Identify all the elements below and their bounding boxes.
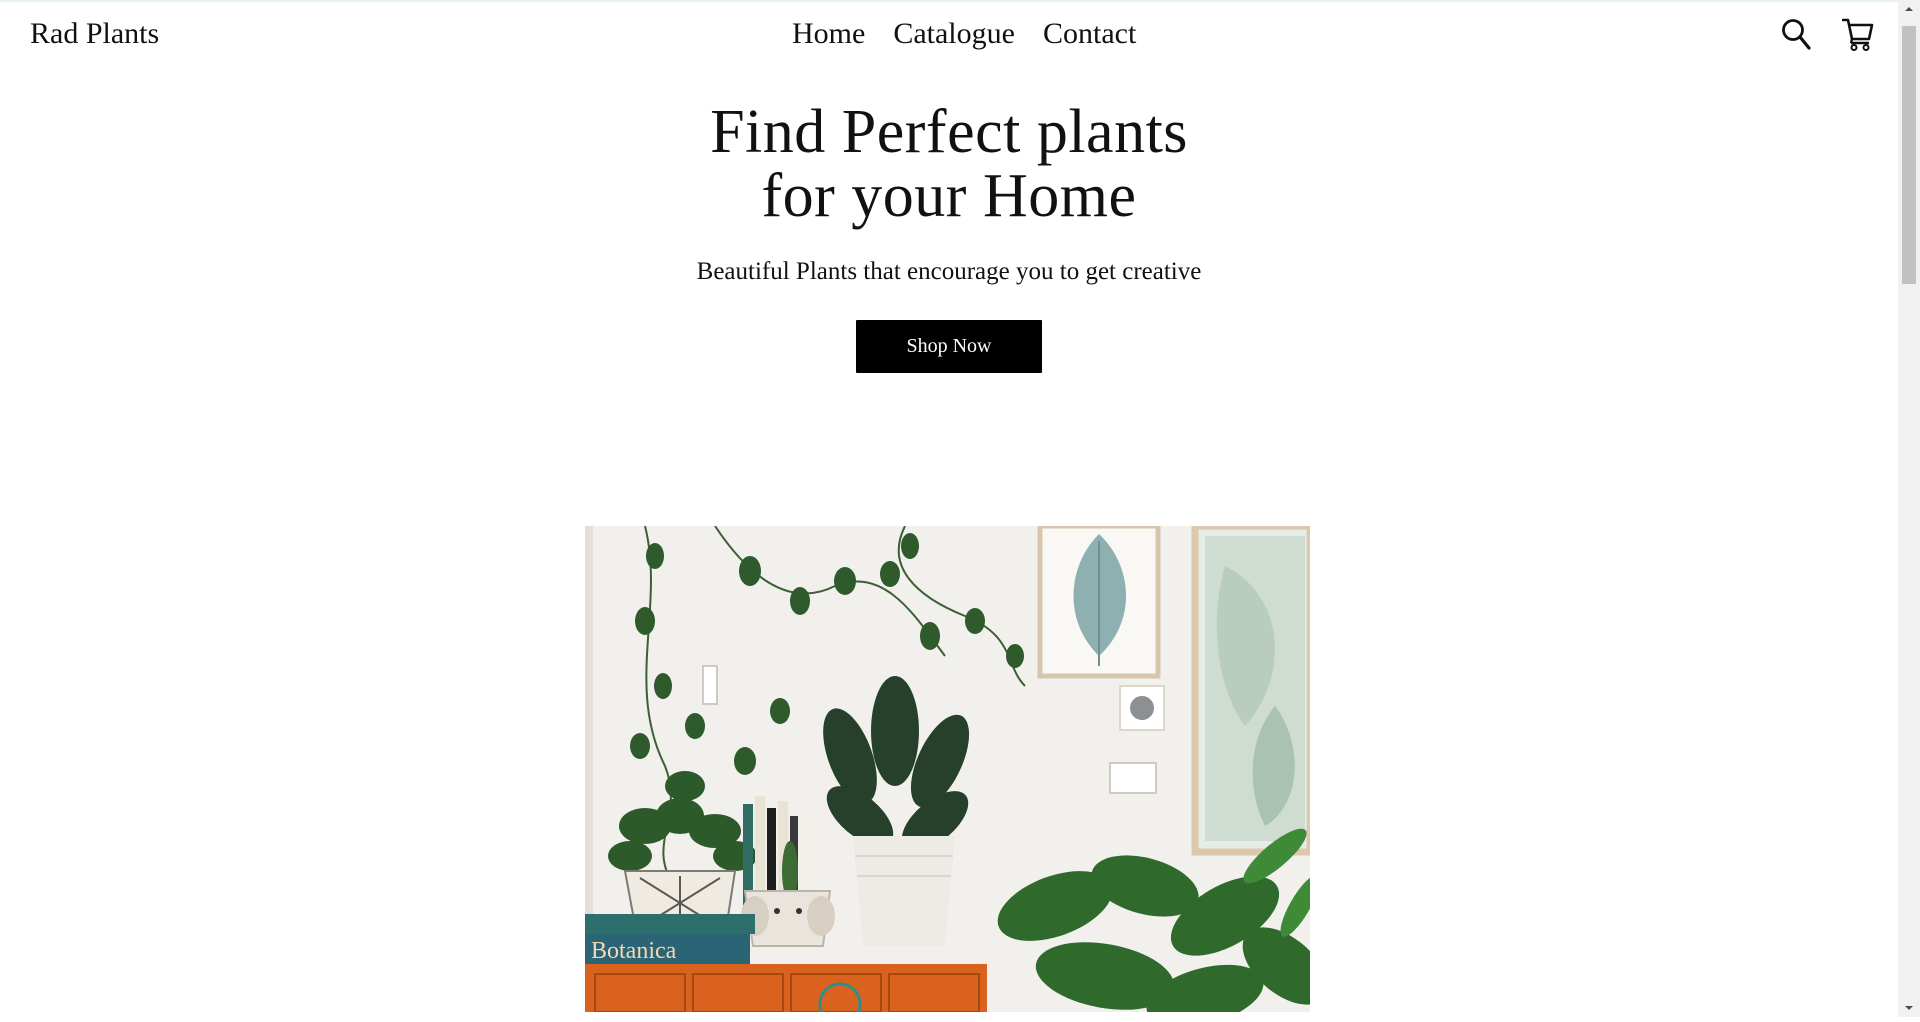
book-title-text: Botanica — [591, 938, 677, 964]
vertical-scrollbar[interactable] — [1898, 0, 1920, 1017]
main-nav: Home Catalogue Contact — [792, 14, 1136, 54]
search-button[interactable] — [1779, 16, 1813, 52]
scrollbar-thumb[interactable] — [1902, 26, 1916, 284]
nav-contact[interactable]: Contact — [1043, 14, 1136, 54]
hero-plants-photo: Botanica — [585, 526, 1310, 1012]
scroll-down-arrow[interactable] — [1898, 999, 1920, 1017]
site-header: Rad Plants Home Catalogue Contact — [0, 2, 1898, 66]
hero-subtitle: Beautiful Plants that encourage you to g… — [696, 258, 1202, 285]
nav-home[interactable]: Home — [792, 14, 865, 54]
shop-now-button[interactable]: Shop Now — [856, 320, 1042, 373]
cart-button[interactable] — [1841, 16, 1875, 52]
nav-catalogue[interactable]: Catalogue — [893, 14, 1015, 54]
chevron-down-icon — [1905, 1006, 1913, 1010]
plants-illustration: Botanica — [585, 526, 1310, 1012]
hero-title-line-2: for your Home — [761, 162, 1137, 230]
hero-section: Find Perfect plants for your Home Beauti… — [0, 100, 1898, 373]
brand-logo[interactable]: Rad Plants — [30, 14, 159, 54]
scroll-up-arrow[interactable] — [1898, 0, 1920, 18]
hero-title-line-1: Find Perfect plants — [710, 98, 1188, 166]
chevron-up-icon — [1905, 7, 1913, 11]
search-icon — [1782, 19, 1811, 50]
header-actions — [1779, 16, 1875, 52]
cart-icon — [1842, 18, 1874, 51]
hero-title: Find Perfect plants for your Home — [0, 100, 1898, 228]
